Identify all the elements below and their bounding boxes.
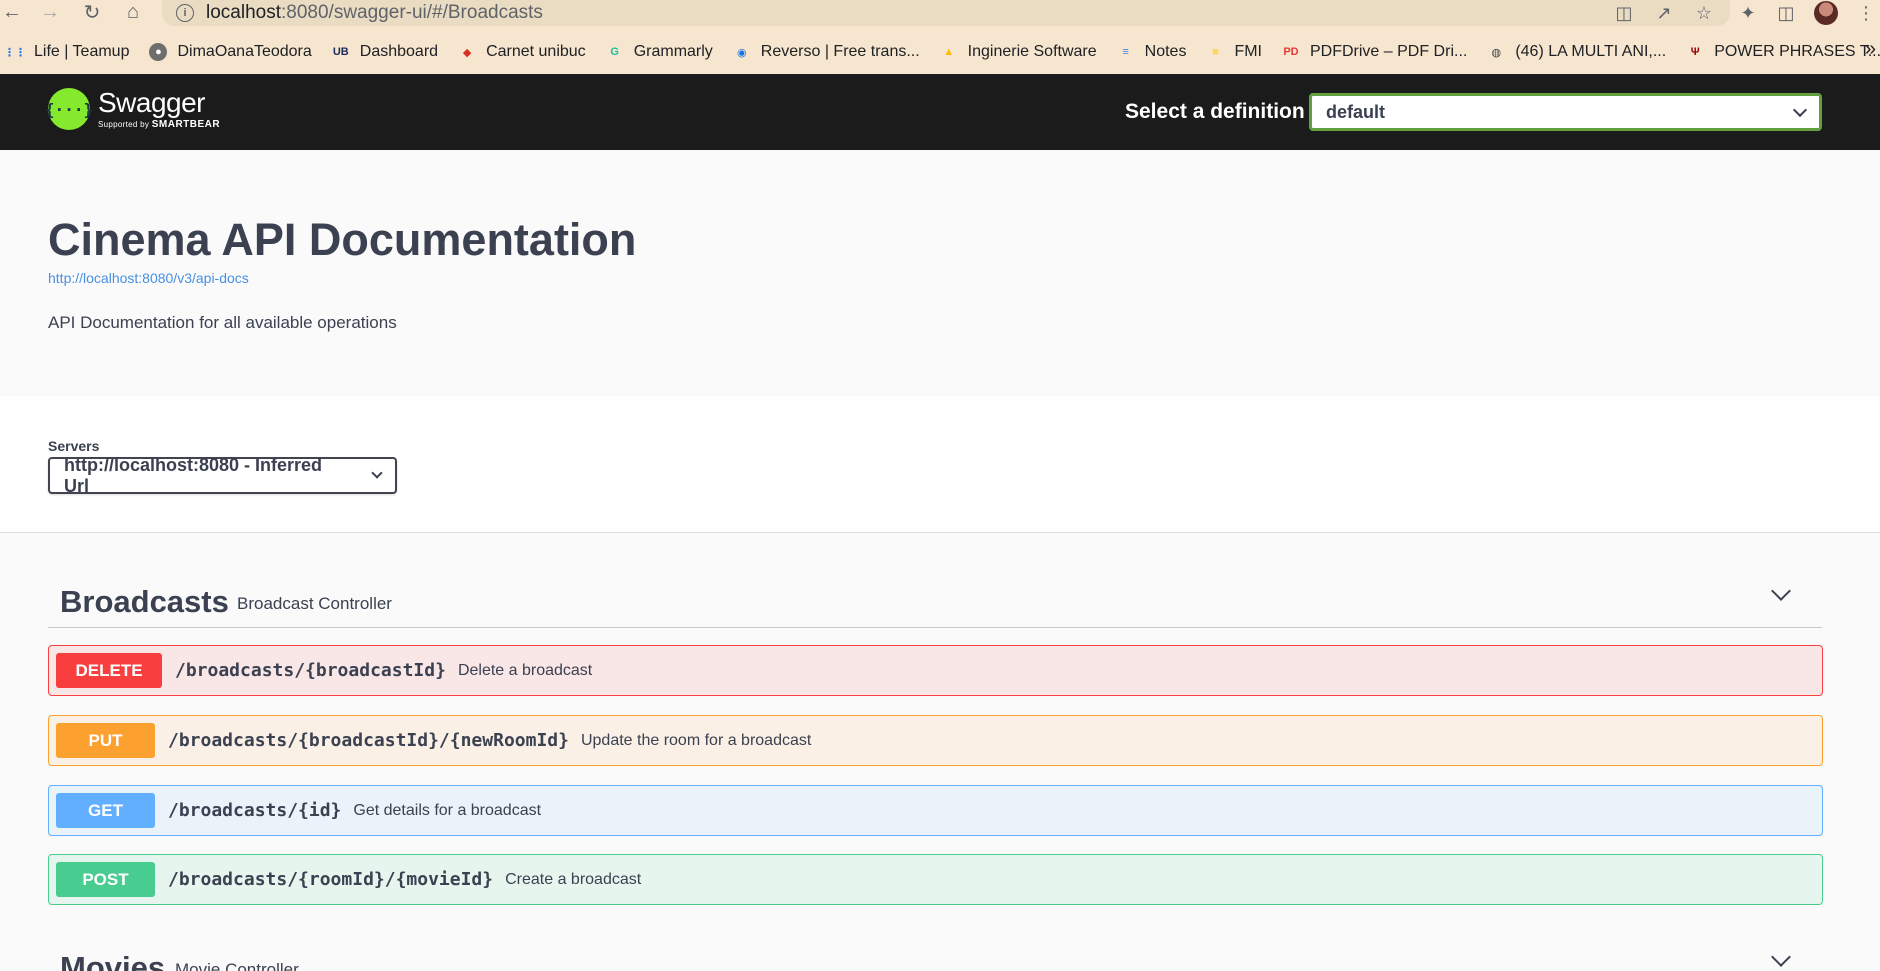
- forward-arrow-icon[interactable]: →: [38, 0, 62, 24]
- github-icon: ●: [149, 43, 168, 61]
- folder-icon: ■: [1212, 46, 1219, 58]
- operation-put-broadcast[interactable]: PUT /broadcasts/{broadcastId}/{newRoomId…: [48, 715, 1823, 766]
- home-icon[interactable]: ⌂: [121, 0, 145, 24]
- operation-path: /broadcasts/{roomId}/{movieId}: [168, 869, 494, 890]
- bookmark-label: Dashboard: [359, 43, 439, 60]
- api-description: API Documentation for all available oper…: [48, 313, 397, 332]
- bookmark-label: FMI: [1234, 43, 1262, 60]
- bookmarks-more-icon[interactable]: »: [1865, 38, 1876, 61]
- menu-icon[interactable]: ⋮: [1856, 3, 1876, 23]
- tag-description: Movie Controller: [175, 960, 299, 971]
- logo-tagline: Supported by: [98, 119, 150, 129]
- iu-icon: Ψ: [1690, 46, 1700, 58]
- definition-value: default: [1326, 101, 1386, 122]
- drive-icon: ▲: [943, 46, 955, 58]
- operation-get-broadcast[interactable]: GET /broadcasts/{id} Get details for a b…: [48, 785, 1823, 836]
- bookmark-label: DimaOanaTeodora: [177, 43, 312, 60]
- bookmark-label: Grammarly: [633, 43, 713, 60]
- tag-description: Broadcast Controller: [237, 594, 392, 613]
- swagger-logo-icon: {···}: [45, 88, 93, 130]
- pdfdrive-icon: PD: [1283, 46, 1299, 58]
- bookmark-label: Life | Teamup: [34, 43, 130, 60]
- reverso-icon: ◉: [736, 46, 747, 59]
- profile-avatar[interactable]: [1814, 1, 1838, 25]
- operation-summary: Get details for a broadcast: [353, 801, 542, 819]
- docs-icon: ≡: [1122, 46, 1129, 58]
- bookmark-label: Reverso | Free trans...: [760, 43, 920, 60]
- tag-movies-header[interactable]: Movies Movie Controller: [48, 928, 1822, 971]
- logo-name: Swagger: [98, 86, 206, 118]
- servers-label: Servers: [48, 438, 100, 454]
- api-info: Cinema API Documentation http://localhos…: [0, 150, 1880, 396]
- logo-brand: SMARTBEAR: [151, 118, 221, 130]
- bookmark-label: PDFDrive – PDF Dri...: [1309, 43, 1468, 60]
- bookmark-label: (46) LA MULTI ANI,...: [1515, 43, 1667, 60]
- operation-summary: Delete a broadcast: [457, 661, 593, 679]
- bookmark-item[interactable]: ◉ Reverso | Free trans...: [733, 43, 920, 61]
- url-path: :8080/swagger-ui/#/Broadcasts: [281, 2, 543, 23]
- back-arrow-icon[interactable]: ←: [0, 0, 24, 24]
- operation-summary: Update the room for a broadcast: [580, 731, 812, 749]
- kite-icon: ◆: [462, 46, 472, 59]
- operation-post-broadcast[interactable]: POST /broadcasts/{roomId}/{movieId} Crea…: [48, 854, 1823, 905]
- operation-delete-broadcast[interactable]: DELETE /broadcasts/{broadcastId} Delete …: [48, 645, 1823, 696]
- method-badge: PUT: [56, 723, 155, 758]
- globe-icon: ◍: [1491, 46, 1502, 59]
- bookmark-item[interactable]: ◆ Carnet unibuc: [458, 43, 586, 61]
- bookmark-item[interactable]: ≡ Notes: [1117, 43, 1187, 61]
- chevron-down-icon[interactable]: [1771, 947, 1791, 967]
- bookmark-item[interactable]: ◍ (46) LA MULTI ANI,...: [1487, 43, 1667, 61]
- servers-selected: http://localhost:8080 - Inferred Url: [64, 454, 323, 496]
- address-bar[interactable]: i localhost:8080/swagger-ui/#/Broadcasts…: [162, 0, 1730, 26]
- page-title: Cinema API Documentation: [48, 214, 637, 265]
- tag-name: Broadcasts: [60, 584, 229, 619]
- bookmark-label: POWER PHRASES T...: [1714, 43, 1880, 60]
- operation-summary: Create a broadcast: [505, 870, 642, 888]
- swagger-logo[interactable]: {···} Swagger Supported by SMARTBEAR: [45, 86, 221, 130]
- bookmark-label: Carnet unibuc: [486, 43, 586, 60]
- servers-section: Servers http://localhost:8080 - Inferred…: [0, 396, 1880, 533]
- star-icon[interactable]: ☆: [1694, 3, 1714, 23]
- grammarly-icon: G: [610, 46, 619, 58]
- bookmark-item[interactable]: ■ FMI: [1206, 43, 1262, 61]
- bookmark-item[interactable]: ⋮⋮ Life | Teamup: [4, 43, 130, 61]
- ub-icon: UB: [332, 46, 349, 58]
- swagger-topbar: {···} Swagger Supported by SMARTBEAR Sel…: [0, 74, 1880, 150]
- servers-select[interactable]: http://localhost:8080 - Inferred Url: [48, 454, 397, 496]
- method-badge: POST: [56, 862, 155, 897]
- definition-select[interactable]: default: [1309, 93, 1822, 131]
- method-badge: DELETE: [56, 653, 162, 688]
- chevron-down-icon: [1792, 102, 1808, 117]
- operation-path: /broadcasts/{broadcastId}/{newRoomId}: [168, 730, 569, 751]
- extensions-icon[interactable]: ✦: [1738, 3, 1758, 23]
- translate-icon[interactable]: ◫: [1614, 3, 1634, 23]
- bookmark-item[interactable]: PD PDFDrive – PDF Dri...: [1282, 43, 1467, 61]
- bookmark-label: Inginerie Software: [967, 43, 1097, 60]
- share-icon[interactable]: ↗: [1654, 3, 1674, 23]
- bookmark-item[interactable]: Ψ POWER PHRASES T...: [1686, 43, 1880, 61]
- operation-path: /broadcasts/{id}: [168, 800, 342, 821]
- definition-label: Select a definition: [1125, 100, 1305, 123]
- browser-toolbar: ← → ↻ ⌂ i localhost:8080/swagger-ui/#/Br…: [0, 0, 1880, 30]
- api-docs-link[interactable]: http://localhost:8080/v3/api-docs: [48, 270, 249, 286]
- tag-name: Movies: [60, 950, 166, 971]
- reload-icon[interactable]: ↻: [80, 0, 104, 24]
- operation-path: /broadcasts/{broadcastId}: [175, 660, 446, 681]
- bookmark-item[interactable]: UB Dashboard: [332, 43, 438, 61]
- bookmark-item[interactable]: ▲ Inginerie Software: [940, 43, 1097, 61]
- bookmark-item[interactable]: G Grammarly: [606, 43, 713, 61]
- tag-broadcasts-header[interactable]: Broadcasts Broadcast Controller: [48, 562, 1822, 628]
- bookmarks-bar: ⋮⋮ Life | Teamup ● DimaOanaTeodora UB Dashboa…: [0, 30, 1880, 74]
- method-badge: GET: [56, 793, 155, 828]
- side-panel-icon[interactable]: ◫: [1776, 3, 1796, 23]
- bookmark-item[interactable]: ● DimaOanaTeodora: [149, 43, 312, 61]
- bookmark-label: Notes: [1144, 43, 1187, 60]
- chevron-down-icon[interactable]: [1771, 581, 1791, 601]
- url-host: localhost: [206, 2, 281, 23]
- grid-icon: ⋮⋮: [4, 46, 26, 59]
- address-url[interactable]: localhost:8080/swagger-ui/#/Broadcasts: [206, 2, 543, 24]
- chevron-down-icon: [371, 467, 383, 479]
- site-info-icon[interactable]: i: [176, 4, 194, 22]
